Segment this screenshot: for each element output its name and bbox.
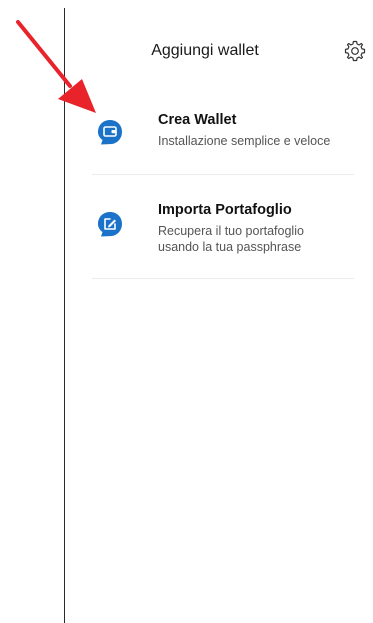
header: Aggiungi wallet bbox=[65, 30, 373, 74]
divider bbox=[92, 174, 354, 175]
edit-icon bbox=[95, 209, 125, 239]
option-title: Crea Wallet bbox=[158, 112, 237, 128]
gear-icon[interactable] bbox=[343, 39, 367, 63]
page-title: Aggiungi wallet bbox=[151, 42, 259, 59]
create-wallet-option[interactable]: Crea Wallet Installazione semplice e vel… bbox=[92, 106, 352, 174]
wallet-icon bbox=[95, 117, 125, 147]
divider bbox=[92, 278, 354, 279]
option-title: Importa Portafoglio bbox=[158, 202, 292, 218]
option-subtitle: Recupera il tuo portafoglio usando la tu… bbox=[158, 224, 304, 254]
import-wallet-option[interactable]: Importa Portafoglio Recupera il tuo port… bbox=[92, 196, 352, 278]
option-subtitle: Installazione semplice e veloce bbox=[158, 134, 331, 148]
